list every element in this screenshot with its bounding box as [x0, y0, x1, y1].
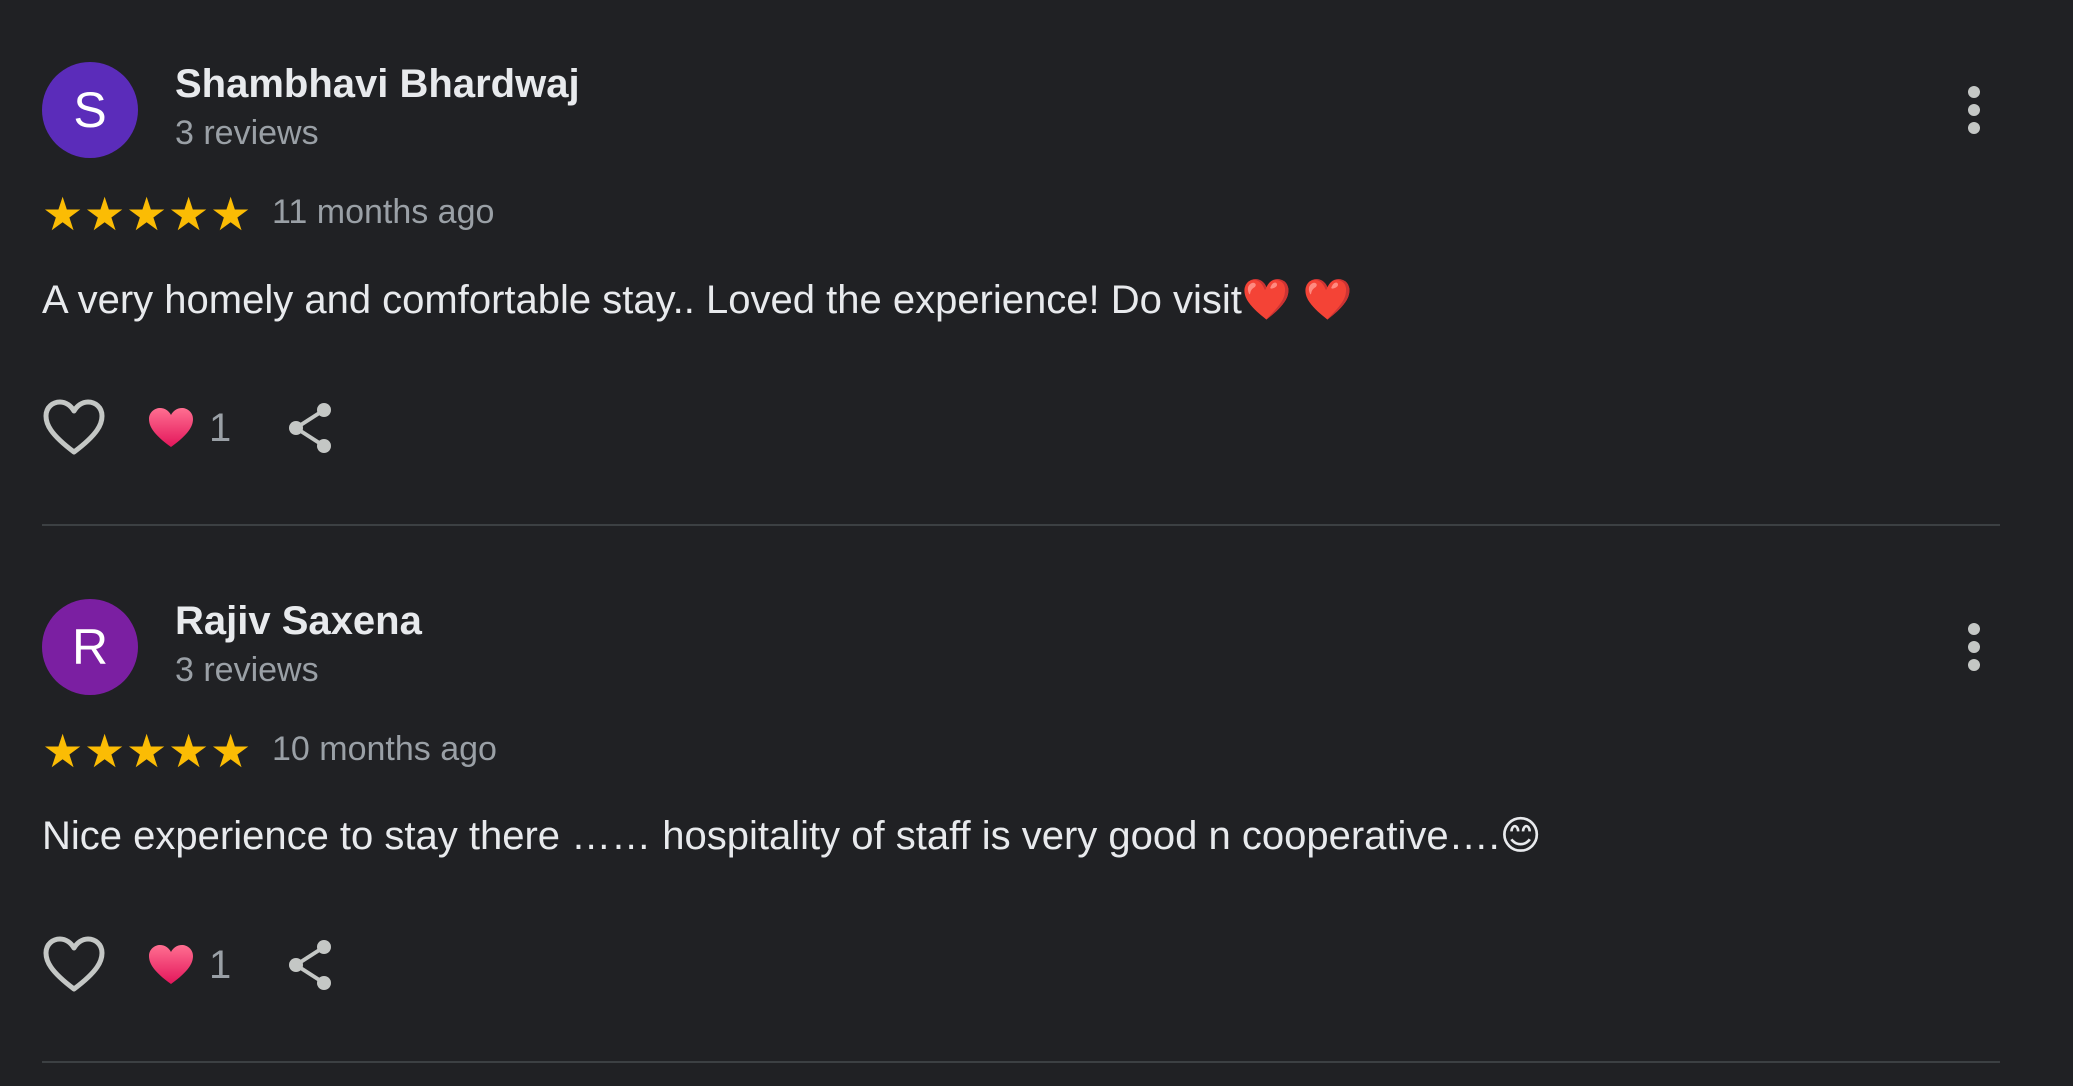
review-text-body: Nice experience to stay there …… hospita… — [42, 814, 1500, 858]
heart-reaction-icon — [149, 408, 193, 447]
more-options-icon[interactable] — [1944, 607, 2004, 687]
star-icon: ★ — [42, 725, 84, 777]
reaction-count: 1 — [209, 406, 232, 450]
star-icon: ★ — [210, 725, 252, 777]
star-icon: ★ — [168, 188, 210, 240]
review-time: 10 months ago — [272, 730, 497, 768]
star-icon: ★ — [126, 188, 168, 240]
review-emoji: ❤️ ❤️ — [1241, 278, 1353, 322]
reviewer-name[interactable]: Shambhavi Bhardwaj — [175, 62, 580, 107]
review-time: 11 months ago — [272, 193, 495, 231]
review-card: S Shambhavi Bhardwaj 3 reviews ★ ★ ★ ★ ★… — [42, 0, 2000, 537]
reviewer-name[interactable]: Rajiv Saxena — [175, 599, 422, 644]
share-icon[interactable] — [282, 400, 338, 456]
star-icon: ★ — [168, 725, 210, 777]
avatar[interactable]: R — [42, 599, 138, 695]
star-icon: ★ — [84, 725, 126, 777]
reaction-count: 1 — [209, 943, 232, 987]
divider — [42, 524, 2000, 526]
review-emoji: 😊 — [1499, 814, 1542, 858]
reviewer-review-count: 3 reviews — [175, 651, 319, 689]
review-text: Nice experience to stay there …… hospita… — [42, 813, 1541, 859]
reviews-list: S Shambhavi Bhardwaj 3 reviews ★ ★ ★ ★ ★… — [0, 0, 2073, 1086]
share-icon[interactable] — [282, 937, 338, 993]
heart-outline-icon[interactable] — [42, 935, 106, 995]
avatar[interactable]: S — [42, 62, 138, 158]
reviewer-review-count: 3 reviews — [175, 114, 319, 152]
review-text: A very homely and comfortable stay.. Lov… — [42, 276, 1353, 323]
star-rating: ★ ★ ★ ★ ★ — [42, 725, 252, 777]
review-text-body: A very homely and comfortable stay.. Lov… — [42, 278, 1242, 322]
heart-outline-icon[interactable] — [42, 398, 106, 458]
star-icon: ★ — [210, 188, 252, 240]
reaction-summary[interactable]: 1 — [147, 931, 247, 999]
star-icon: ★ — [84, 188, 126, 240]
divider — [42, 1061, 2000, 1063]
reaction-summary[interactable]: 1 — [147, 394, 247, 462]
review-card: R Rajiv Saxena 3 reviews ★ ★ ★ ★ ★ 10 mo… — [42, 537, 2000, 1074]
more-options-icon[interactable] — [1944, 70, 2004, 150]
star-icon: ★ — [126, 725, 168, 777]
heart-reaction-icon — [149, 945, 193, 984]
star-rating: ★ ★ ★ ★ ★ — [42, 188, 252, 240]
star-icon: ★ — [42, 188, 84, 240]
